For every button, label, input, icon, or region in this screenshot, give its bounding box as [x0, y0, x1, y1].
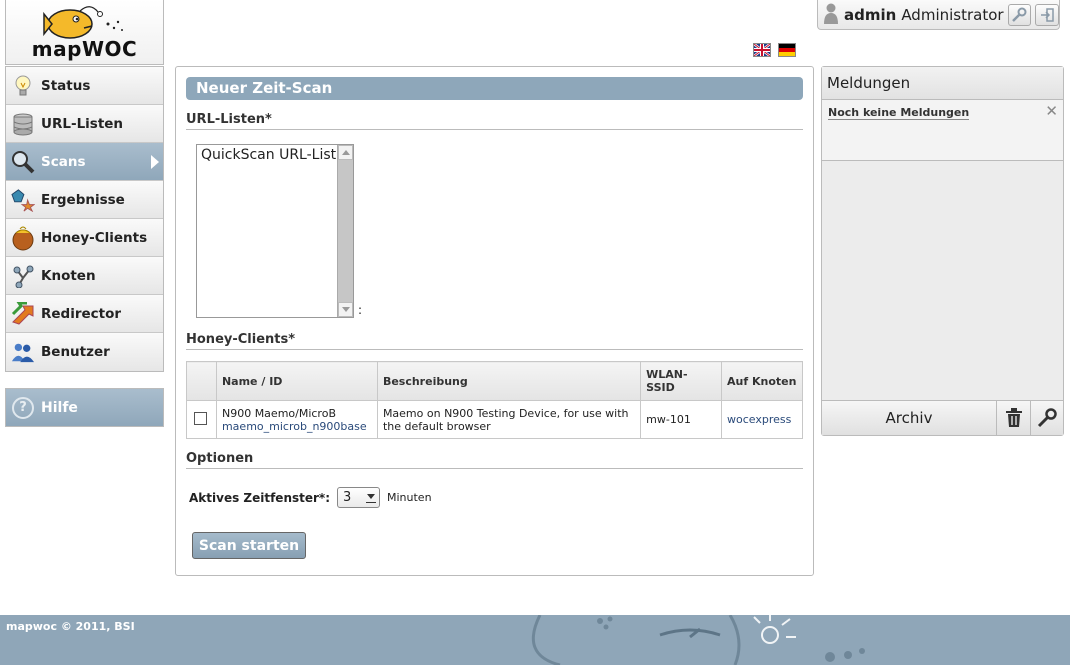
url-list-select[interactable]: QuickScan URL-List [196, 144, 354, 318]
messages-panel: Meldungen Noch keine Meldungen ✕ Archiv [821, 66, 1064, 436]
user-box: admin Administrator [817, 0, 1060, 30]
honey-client-id-link[interactable]: maemo_microb_n900base [222, 420, 372, 433]
main-navigation: Status URL-Listen Scans Ergebnisse Honey… [5, 66, 164, 372]
time-window-value: 3 [343, 490, 352, 505]
messages-settings-button[interactable] [1030, 401, 1063, 435]
nav-item-url-listen[interactable]: URL-Listen [6, 105, 163, 143]
honey-client-checkbox[interactable] [194, 411, 207, 425]
start-scan-button[interactable]: Scan starten [192, 532, 306, 559]
wrench-icon [1037, 408, 1057, 428]
nav-item-status[interactable]: Status [6, 67, 163, 105]
url-list-option[interactable]: QuickScan URL-List [201, 147, 336, 163]
help-label: Hilfe [41, 399, 78, 416]
arrow-down-icon [341, 307, 350, 312]
page-footer: mapwoc © 2011, BSI [0, 615, 1070, 665]
column-header-select [186, 361, 217, 401]
help-button[interactable]: ? Hilfe [5, 388, 164, 427]
active-indicator-arrow-icon [151, 155, 159, 169]
nav-item-benutzer[interactable]: Benutzer [6, 333, 163, 371]
time-window-select[interactable]: 3 [337, 487, 380, 508]
message-item: Noch keine Meldungen ✕ [822, 100, 1063, 161]
redirect-arrows-icon [11, 301, 35, 326]
column-header-node[interactable]: Auf Knoten [721, 361, 803, 401]
nav-item-redirector[interactable]: Redirector [6, 295, 163, 333]
nodes-icon [11, 264, 35, 288]
nav-item-ergebnisse[interactable]: Ergebnisse [6, 181, 163, 219]
nav-item-knoten[interactable]: Knoten [6, 257, 163, 295]
no-messages-text: Noch keine Meldungen [828, 106, 970, 120]
table-header-row: Name / ID Beschreibung WLAN-SSID Auf Kno… [186, 361, 803, 401]
scroll-up-button[interactable] [338, 145, 353, 160]
time-window-label: Aktives Zeitfenster*: [189, 490, 330, 505]
column-header-ssid[interactable]: WLAN-SSID [640, 361, 722, 401]
honey-clients-table: Name / ID Beschreibung WLAN-SSID Auf Kno… [186, 361, 803, 439]
url-list-scrollbar[interactable] [337, 145, 353, 317]
nav-label-scans: Scans [41, 153, 86, 170]
logout-icon [1041, 7, 1054, 22]
delete-messages-button[interactable] [997, 401, 1030, 435]
select-underline [366, 502, 376, 503]
time-window-unit: Minuten [387, 491, 432, 504]
honey-client-name: N900 Maemo/MicroB [221, 406, 336, 420]
url-lists-section-heading: URL-Listen* [186, 112, 803, 130]
settings-button[interactable] [1007, 3, 1032, 26]
time-window-row: Aktives Zeitfenster*: 3 Minuten [189, 487, 432, 508]
users-icon [11, 340, 35, 364]
footer-decoration-icon [531, 615, 865, 665]
nav-label-redirector: Redirector [41, 305, 122, 322]
arrow-up-icon [341, 150, 350, 155]
wrench-icon [1012, 7, 1027, 22]
honey-client-ssid: mw-101 [640, 400, 722, 439]
app-logo[interactable]: mapWOC [5, 0, 164, 65]
options-section-heading: Optionen [186, 451, 803, 469]
new-time-scan-panel: Neuer Zeit-Scan URL-Listen* QuickScan UR… [175, 66, 814, 576]
nav-label-url-listen: URL-Listen [41, 115, 124, 132]
logo-text: mapWOC [31, 37, 138, 61]
fish-logo-icon [43, 6, 123, 39]
nav-label-status: Status [41, 77, 91, 94]
database-icon [11, 112, 35, 136]
magnifier-icon [11, 150, 35, 174]
user-icon [823, 2, 839, 27]
logout-button[interactable] [1035, 3, 1059, 26]
honey-client-description: Maemo on N900 Testing Device, for use wi… [376, 400, 642, 439]
messages-footer: Archiv [822, 400, 1063, 435]
column-header-description[interactable]: Beschreibung [376, 361, 642, 401]
column-header-name[interactable]: Name / ID [215, 361, 378, 401]
honey-pot-icon [11, 226, 35, 250]
honey-clients-section-heading: Honey-Clients* [186, 332, 803, 350]
panel-title: Neuer Zeit-Scan [186, 77, 803, 100]
close-icon[interactable]: ✕ [1045, 102, 1058, 120]
nav-label-knoten: Knoten [41, 267, 96, 284]
shapes-icon [11, 188, 35, 212]
user-role: Administrator [901, 5, 1004, 24]
lightbulb-icon [11, 74, 35, 98]
language-german-flag-icon[interactable] [778, 43, 796, 57]
chevron-down-icon [367, 494, 375, 499]
archive-button[interactable]: Archiv [822, 401, 997, 435]
scroll-down-button[interactable] [338, 302, 353, 317]
user-name: admin [844, 5, 897, 24]
trash-icon [1005, 408, 1022, 427]
nav-label-ergebnisse: Ergebnisse [41, 191, 125, 208]
nav-label-honey-clients: Honey-Clients [41, 229, 148, 246]
url-list-suffix: : [358, 303, 363, 317]
nav-label-benutzer: Benutzer [41, 344, 110, 360]
messages-title: Meldungen [822, 67, 1063, 100]
nav-item-honey-clients[interactable]: Honey-Clients [6, 219, 163, 257]
language-english-flag-icon[interactable] [753, 43, 771, 57]
table-row: N900 Maemo/MicroB maemo_microb_n900base … [186, 400, 803, 439]
honey-client-node-link[interactable]: wocexpress [727, 413, 791, 426]
help-question-icon: ? [12, 396, 34, 419]
nav-item-scans[interactable]: Scans [6, 143, 163, 181]
